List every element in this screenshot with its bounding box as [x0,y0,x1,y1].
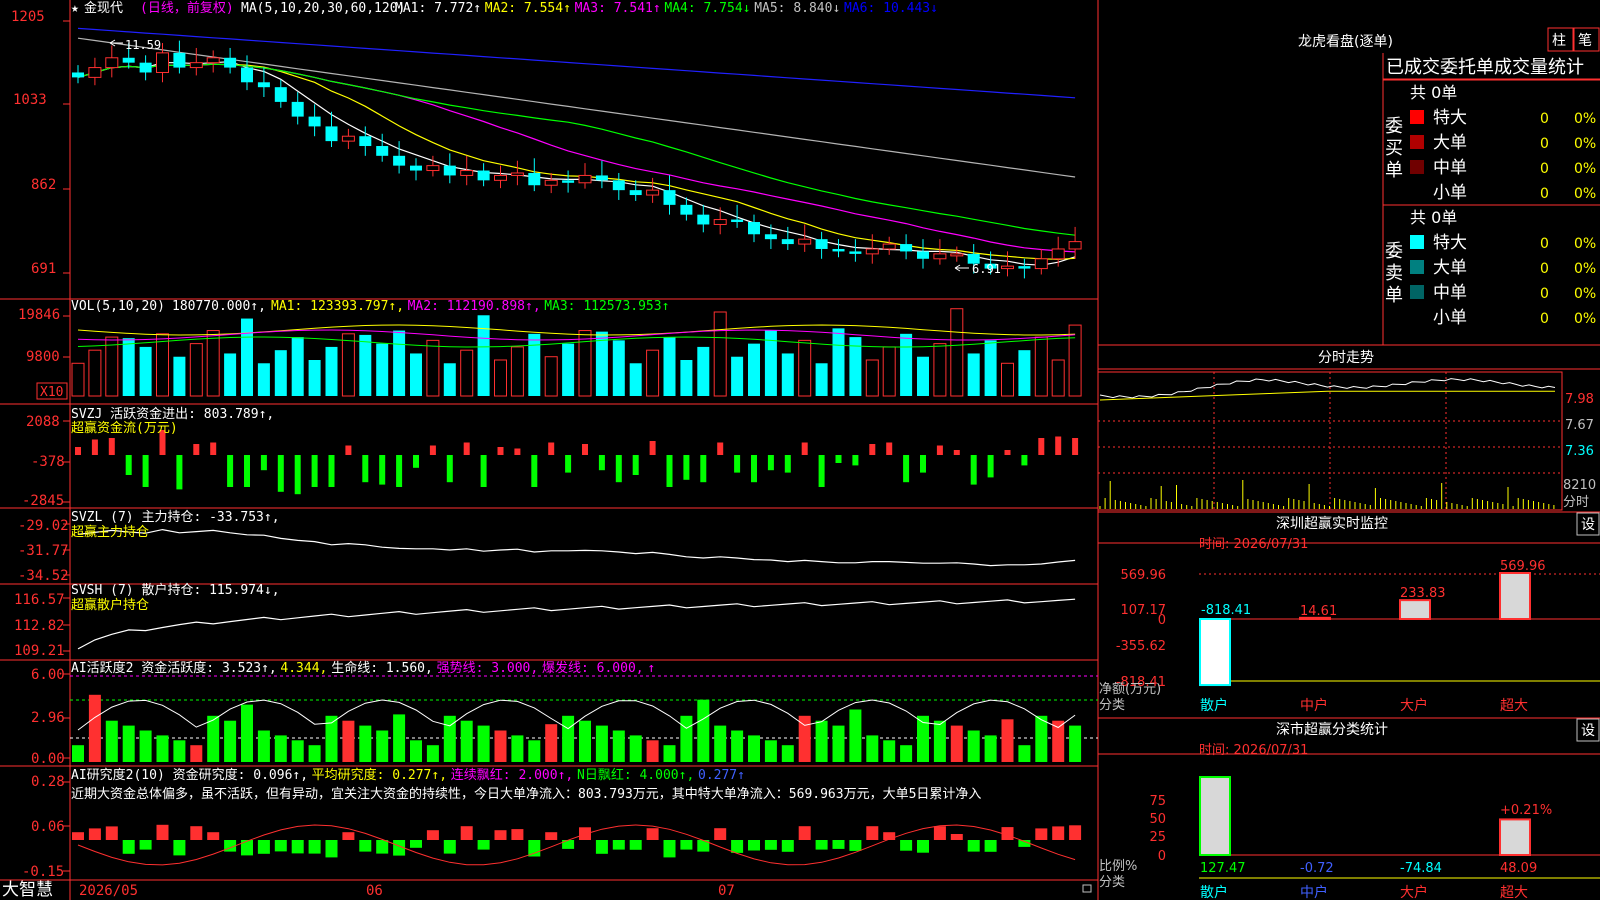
order-label: 小单 [1433,183,1467,203]
side-label: 单 [1385,285,1403,306]
order-count: 0 [1540,261,1549,277]
order-swatch [1410,160,1424,174]
order-count: 0 [1540,236,1549,252]
monitor-bar [1399,599,1431,620]
stats-category: 超大 [1500,885,1528,900]
lhb-tab: 成交量统计 [1494,57,1584,78]
buy-orders-table: 委买单 共 0单特大 0 0% 大单 0 0% 中单 0 0% 小单 0 0% [1383,79,1600,203]
intraday-axis-label: 7.36 [1565,444,1594,459]
stats-value-label: -74.84 [1400,861,1442,876]
order-swatch [1410,235,1424,249]
bar-mode-label: 柱 [1552,33,1566,49]
monitor-title: 深圳超赢实时监控 [1276,515,1388,532]
intraday-avg-line [1099,390,1555,401]
monitor-value-label: -818.41 [1201,603,1251,618]
order-count: 0 [1540,186,1549,202]
lhb-title: 龙虎看盘(逐单) [1298,33,1393,50]
monitor-category: 超大 [1500,698,1528,714]
side-label: 卖 [1385,263,1403,284]
lhb-tabs[interactable]: 已成交 委托单 成交量统计 [1383,57,1600,80]
stats-axis-caption: 比例% [1099,859,1137,874]
order-label: 大单 [1433,133,1467,153]
stats-axis-label: 0 [1158,849,1166,864]
order-pct: 0% [1574,186,1596,202]
monitor-axis-label: 569.96 [1121,568,1167,583]
order-swatch [1410,260,1424,274]
side-label: 单 [1385,160,1403,181]
intraday-vol-unit: 分时 [1563,495,1589,510]
order-count: 0 [1540,286,1549,302]
side-label: 委 [1385,241,1403,262]
order-pct: 0% [1574,111,1596,127]
stats-axis-label: 75 [1149,794,1166,809]
stats-value-label: -0.72 [1300,861,1334,876]
stats-axis-caption: 分类 [1099,875,1125,890]
order-pct: 0% [1574,261,1596,277]
order-swatch [1410,285,1424,299]
monitor-category: 散户 [1200,697,1228,714]
order-swatch [1410,135,1424,149]
side-panel: 龙虎看盘(逐单) 柱 笔 已成交 委托单 成交量统计 委买单共 0单特大 0 0%大单 0… [1097,27,1600,900]
stats-settings-label: 设 [1581,723,1595,739]
intraday-title: 分时走势 [1318,350,1374,366]
tick-mode-label: 笔 [1578,33,1592,49]
order-pct: 0% [1574,136,1596,152]
stats-time: 时间: 2026/07/31 [1199,743,1308,758]
monitor-category: 中户 [1300,697,1328,714]
monitor-settings-label: 设 [1581,517,1595,533]
order-label: 中单 [1433,283,1467,303]
stats-title: 深市超赢分类统计 [1276,721,1388,738]
monitor-axis-caption: 分类 [1099,698,1125,713]
monitor-bar [1499,572,1531,620]
monitor-category: 大户 [1400,697,1428,714]
monitor-axis-caption: 净额(万元) [1099,682,1161,697]
intraday-chart[interactable] [1097,371,1563,511]
intraday-axis-label: 7.98 [1565,392,1594,407]
order-label: 中单 [1433,158,1467,178]
stats-category: 中户 [1300,884,1328,900]
stats-bar [1499,818,1531,856]
order-count: 0 [1540,161,1549,177]
order-total: 共 0单 [1410,83,1457,102]
monitor-value-label: 233.83 [1400,586,1446,601]
order-count: 0 [1540,111,1549,127]
order-pct: 0% [1574,286,1596,302]
monitor-chart: 569.96107.170-355.62-818.41-818.41散户14.6… [1116,559,1600,714]
order-label: 特大 [1433,108,1467,128]
order-swatch [1410,110,1424,124]
side-label: 委 [1385,116,1403,137]
lhb-tab: 委托单 [1440,57,1494,78]
monitor-time: 时间: 2026/07/31 [1199,537,1308,552]
stats-category: 散户 [1200,884,1228,900]
order-count: 0 [1540,311,1549,327]
stats-bar [1199,776,1231,856]
stats-axis-label: 25 [1149,830,1166,845]
intraday-vol-label: 8210 [1563,478,1596,493]
order-pct: 0% [1574,236,1596,252]
monitor-value-label: 14.61 [1300,604,1337,619]
intraday-axis-label: 7.67 [1565,418,1594,433]
order-label: 特大 [1433,233,1467,253]
side-label: 买 [1385,138,1403,159]
stats-value-label: 127.47 [1200,861,1246,876]
order-label: 小单 [1433,308,1467,328]
order-pct: 0% [1574,311,1596,327]
lhb-tab: 已成交 [1386,57,1440,78]
order-label: 大单 [1433,258,1467,278]
side-frame [1098,53,1600,755]
stats-chart: 75 50 25 0 127.47 散户 -0.72 中户 -74.84 大户 48.09 超大 +0.… [1149,776,1600,900]
order-count: 0 [1540,136,1549,152]
stats-value-label: 48.09 [1500,861,1537,876]
monitor-bar [1199,618,1231,687]
intraday-price-line [1099,378,1556,399]
order-total: 共 0单 [1410,208,1457,227]
stats-axis-label: 50 [1149,812,1166,827]
monitor-axis-label: -355.62 [1116,639,1166,654]
stats-top-label: +0.21% [1500,803,1552,818]
stats-category: 大户 [1400,884,1428,900]
monitor-axis-label: 0 [1158,613,1166,628]
sell-orders-table: 委卖单 共 0单特大 0 0% 大单 0 0% 中单 0 0% 小单 0 0% [1383,204,1600,328]
order-pct: 0% [1574,161,1596,177]
monitor-value-label: 569.96 [1500,559,1546,574]
